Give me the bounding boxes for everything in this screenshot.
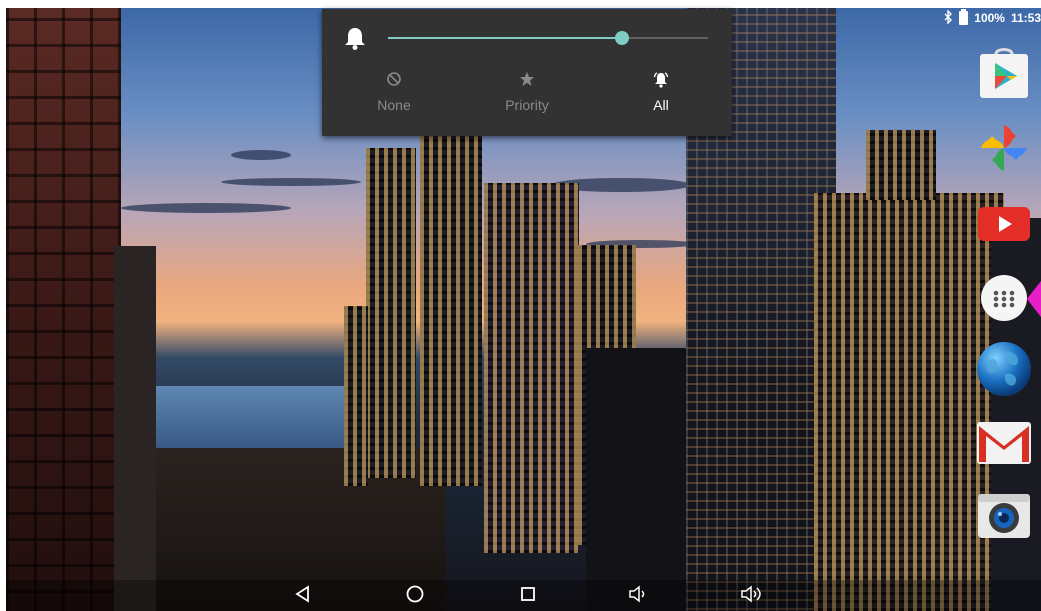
recents-button[interactable] — [515, 584, 541, 608]
gmail-app[interactable] — [975, 416, 1033, 474]
play-store-app[interactable] — [975, 46, 1033, 104]
highlight-arrow-icon — [1027, 281, 1041, 322]
browser-app[interactable] — [975, 340, 1033, 403]
back-icon — [294, 584, 312, 608]
mode-priority-label: Priority — [505, 97, 549, 113]
volume-down-icon — [628, 584, 650, 608]
photos-icon — [976, 120, 1032, 181]
mode-all-label: All — [653, 97, 669, 113]
home-button[interactable] — [402, 584, 428, 608]
star-icon — [467, 71, 587, 91]
youtube-app[interactable] — [975, 196, 1033, 254]
status-bar: 100% 11:53 — [944, 8, 1041, 28]
mode-none-button[interactable]: None — [334, 71, 454, 113]
volume-slider-fill — [388, 37, 622, 39]
camera-icon — [975, 488, 1033, 547]
volume-slider-thumb[interactable] — [614, 31, 629, 45]
volume-slider[interactable] — [388, 31, 708, 45]
navigation-bar — [6, 580, 1041, 611]
globe-icon — [975, 340, 1033, 403]
battery-icon — [959, 9, 969, 25]
app-drawer-icon — [978, 272, 1030, 329]
volume-up-button[interactable] — [739, 584, 765, 608]
volume-up-icon — [740, 584, 764, 608]
mode-priority-button[interactable]: Priority — [467, 71, 587, 113]
bell-active-icon — [601, 71, 721, 91]
bluetooth-icon — [944, 8, 953, 27]
camera-app[interactable] — [975, 488, 1033, 546]
mode-all-button[interactable]: All — [601, 71, 721, 113]
recents-icon — [519, 585, 537, 608]
none-icon — [334, 71, 454, 91]
gmail-icon — [975, 418, 1033, 473]
volume-down-button[interactable] — [626, 584, 652, 608]
photos-app[interactable] — [975, 121, 1033, 179]
youtube-icon — [976, 195, 1032, 256]
bell-icon — [344, 26, 366, 50]
mode-none-label: None — [377, 97, 411, 113]
all-apps-button[interactable] — [975, 271, 1033, 329]
back-button[interactable] — [290, 584, 316, 608]
battery-percent: 100% — [974, 11, 1005, 25]
clock: 11:53 — [1010, 11, 1041, 25]
home-icon — [405, 584, 425, 609]
play-store-icon — [976, 45, 1032, 106]
notification-volume-panel: None Priority All — [322, 9, 732, 136]
